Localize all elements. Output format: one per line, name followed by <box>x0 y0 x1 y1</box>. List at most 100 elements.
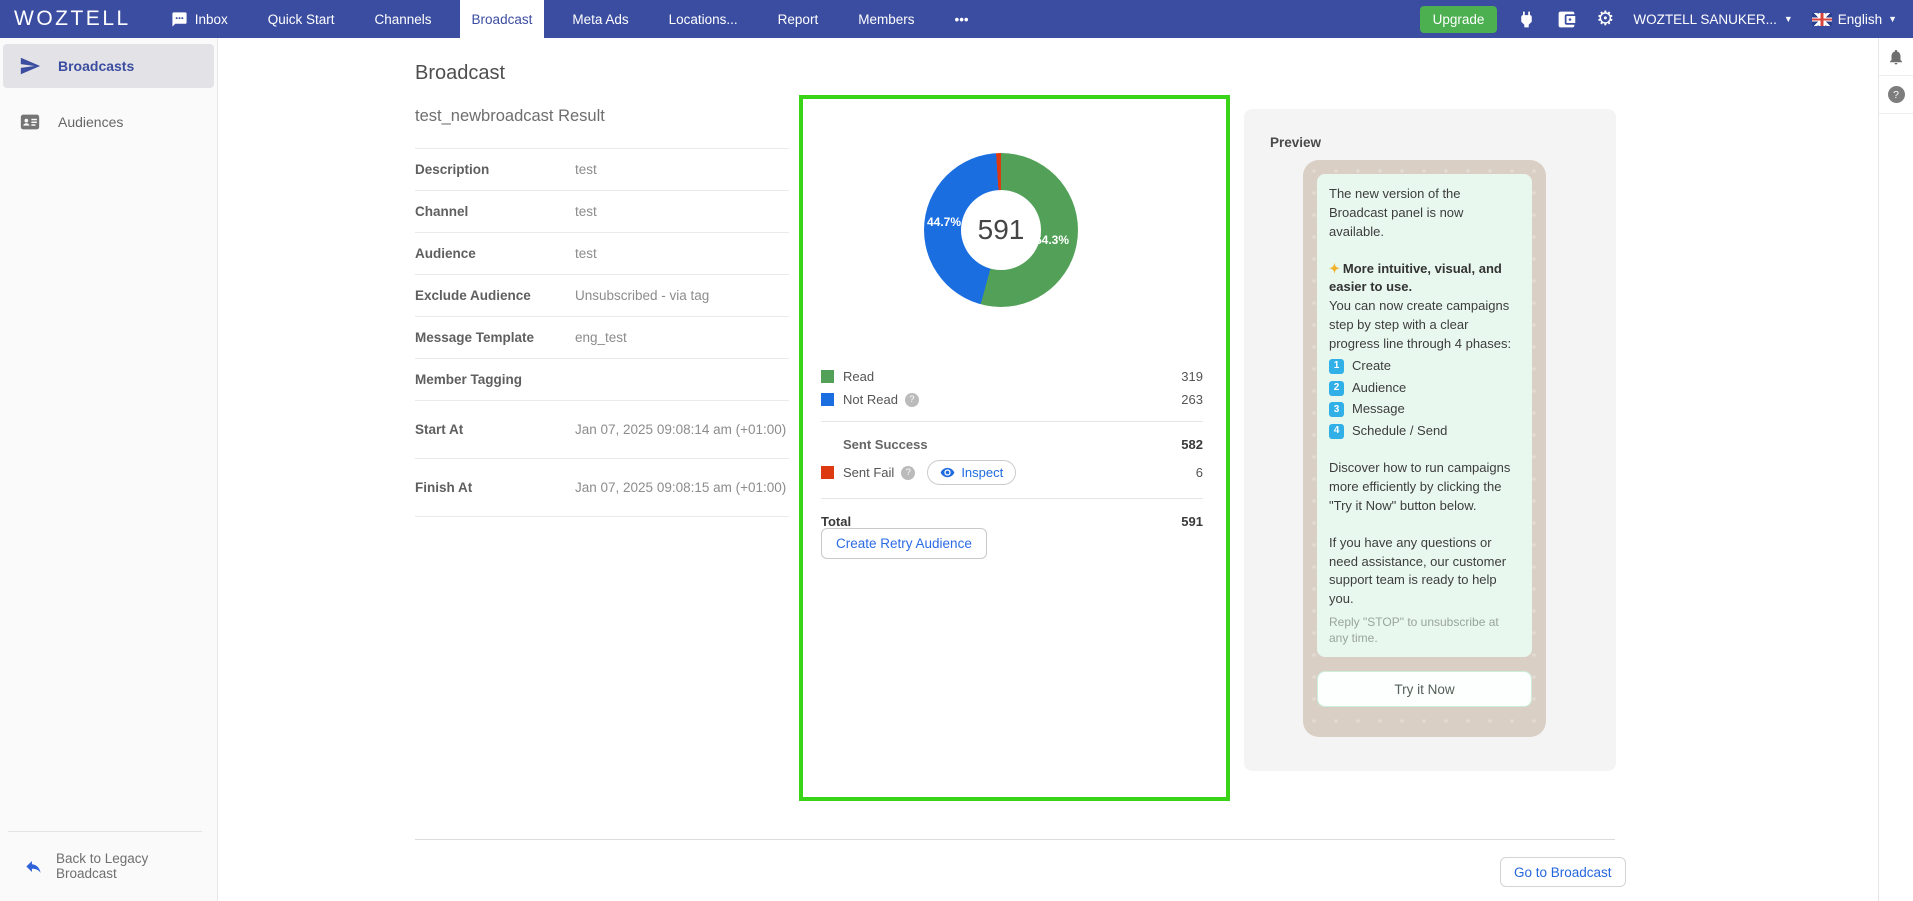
row-value <box>575 374 789 386</box>
row-label: Exclude Audience <box>415 288 575 303</box>
whatsapp-preview: The new version of the Broadcast panel i… <box>1303 160 1546 737</box>
preview-heading-text: More intuitive, visual, and easier to us… <box>1329 261 1502 295</box>
table-row: Message Templateeng_test <box>415 317 789 359</box>
phase-label: Create <box>1352 357 1391 376</box>
create-retry-audience-button[interactable]: Create Retry Audience <box>821 528 987 559</box>
help-button[interactable]: ? <box>1879 76 1913 114</box>
help-icon[interactable]: ? <box>901 466 915 480</box>
table-row: Member Tagging <box>415 359 789 401</box>
woztell-logo[interactable]: WOZTELL <box>0 0 159 38</box>
row-value: Jan 07, 2025 09:08:14 am (+01:00) <box>575 415 789 445</box>
preview-paragraph: You can now create campaigns step by ste… <box>1329 297 1520 354</box>
sidebar-item-audiences[interactable]: Audiences <box>3 100 214 144</box>
nav-label: Members <box>858 12 914 27</box>
integrations-plug-icon[interactable] <box>1516 9 1537 30</box>
nav-item-meta-ads[interactable]: Meta Ads <box>560 0 640 38</box>
phase-4-badge: 4 <box>1329 424 1344 439</box>
row-label: Description <box>415 162 575 177</box>
wallet-icon[interactable] <box>1556 9 1577 30</box>
right-utility-strip: ? <box>1878 38 1913 901</box>
donut-chart[interactable]: 44.7% 54.3% 591 <box>924 153 1078 307</box>
question-mark-icon: ? <box>1888 86 1905 103</box>
language-label: English <box>1838 12 1882 27</box>
nav-item-channels[interactable]: Channels <box>363 0 444 38</box>
unsubscribe-note: Reply "STOP" to unsubscribe at any time. <box>1329 615 1520 646</box>
nav-item-quick-start[interactable]: Quick Start <box>256 0 347 38</box>
broadcast-details-table: Descriptiontest Channeltest Audiencetest… <box>415 148 789 517</box>
nav-item-broadcast[interactable]: Broadcast <box>460 0 545 38</box>
notifications-button[interactable] <box>1879 38 1913 76</box>
row-label: Start At <box>415 422 575 437</box>
preview-paragraph: The new version of the Broadcast panel i… <box>1329 185 1520 242</box>
contact-card-icon <box>19 111 41 133</box>
chat-bubble-icon <box>171 11 188 28</box>
preview-title: Preview <box>1270 135 1321 150</box>
nav-label: Inbox <box>195 12 228 27</box>
total-count: 591 <box>978 214 1025 246</box>
nav-item-report[interactable]: Report <box>766 0 831 38</box>
row-value: Jan 07, 2025 09:08:15 am (+01:00) <box>575 473 789 503</box>
go-to-broadcast-button[interactable]: Go to Broadcast <box>1500 857 1626 887</box>
row-value: test <box>575 155 789 185</box>
legend-value: 6 <box>1196 465 1203 480</box>
phase-2-badge: 2 <box>1329 381 1344 396</box>
table-row: Exclude AudienceUnsubscribed - via tag <box>415 275 789 317</box>
account-menu[interactable]: WOZTELL SANUKER... ▼ <box>1633 12 1792 27</box>
table-row: Audiencetest <box>415 233 789 275</box>
preview-paragraph: Discover how to run campaigns more effic… <box>1329 459 1520 516</box>
settings-gear-icon[interactable]: ⚙ <box>1596 9 1614 29</box>
phase-item: 1Create <box>1329 357 1520 376</box>
sidebar-item-broadcasts[interactable]: Broadcasts <box>3 44 214 88</box>
phase-3-badge: 3 <box>1329 402 1344 417</box>
row-label: Message Template <box>415 330 575 345</box>
phase-label: Audience <box>1352 379 1406 398</box>
phase-label: Message <box>1352 400 1405 419</box>
help-icon[interactable]: ? <box>905 393 919 407</box>
language-selector[interactable]: English ▼ <box>1812 12 1897 27</box>
nav-label: Meta Ads <box>572 12 628 27</box>
divider <box>821 421 1203 422</box>
more-icon: ••• <box>954 12 968 27</box>
eye-icon <box>940 465 955 480</box>
inspect-button[interactable]: Inspect <box>927 460 1016 485</box>
phase-item: 4 Schedule / Send <box>1329 422 1520 441</box>
table-row: Channeltest <box>415 191 789 233</box>
row-label: Audience <box>415 246 575 261</box>
sidebar-bottom: Back to Legacy Broadcast <box>0 831 217 901</box>
legend-value: 582 <box>1181 437 1203 452</box>
nav-item-members[interactable]: Members <box>846 0 926 38</box>
row-label: Finish At <box>415 480 575 495</box>
nav-item-more[interactable]: ••• <box>942 0 980 38</box>
row-value: Unsubscribed - via tag <box>575 281 789 311</box>
divider <box>821 498 1203 499</box>
legend-row-read: Read 319 <box>821 365 1203 388</box>
nav-item-inbox[interactable]: Inbox <box>159 0 240 38</box>
sparkle-icon: ✦ <box>1329 261 1340 276</box>
not-read-swatch <box>821 393 834 406</box>
sidebar-item-label: Broadcasts <box>58 58 134 74</box>
sidebar-item-label: Audiences <box>58 114 123 130</box>
sent-fail-swatch <box>821 466 834 479</box>
row-label: Member Tagging <box>415 372 575 387</box>
donut-center: 591 <box>961 190 1041 270</box>
top-nav-bar: WOZTELL Inbox Quick Start Channels Broad… <box>0 0 1913 38</box>
nav-item-locations[interactable]: Locations... <box>657 0 750 38</box>
phase-item: 2 Audience <box>1329 379 1520 398</box>
upgrade-button[interactable]: Upgrade <box>1420 6 1498 33</box>
legend-label: Sent Success <box>843 437 928 452</box>
chevron-down-icon: ▼ <box>1888 14 1897 24</box>
nav-label: Quick Start <box>268 12 335 27</box>
table-row: Descriptiontest <box>415 149 789 191</box>
not-read-percent-label: 44.7% <box>927 215 961 229</box>
account-name: WOZTELL SANUKER... <box>1633 12 1777 27</box>
nav-menu: Inbox Quick Start Channels Broadcast Met… <box>159 0 981 38</box>
nav-label: Channels <box>375 12 432 27</box>
phase-label: Schedule / Send <box>1352 422 1447 441</box>
message-bubble: The new version of the Broadcast panel i… <box>1317 174 1532 657</box>
back-to-legacy-broadcast-link[interactable]: Back to Legacy Broadcast <box>0 832 217 901</box>
legend-label: Total <box>821 514 851 529</box>
preview-paragraph: If you have any questions or need assist… <box>1329 534 1520 609</box>
back-link-label: Back to Legacy Broadcast <box>56 851 209 881</box>
phase-item: 3 Message <box>1329 400 1520 419</box>
legend-row-not-read: Not Read ? 263 <box>821 388 1203 411</box>
